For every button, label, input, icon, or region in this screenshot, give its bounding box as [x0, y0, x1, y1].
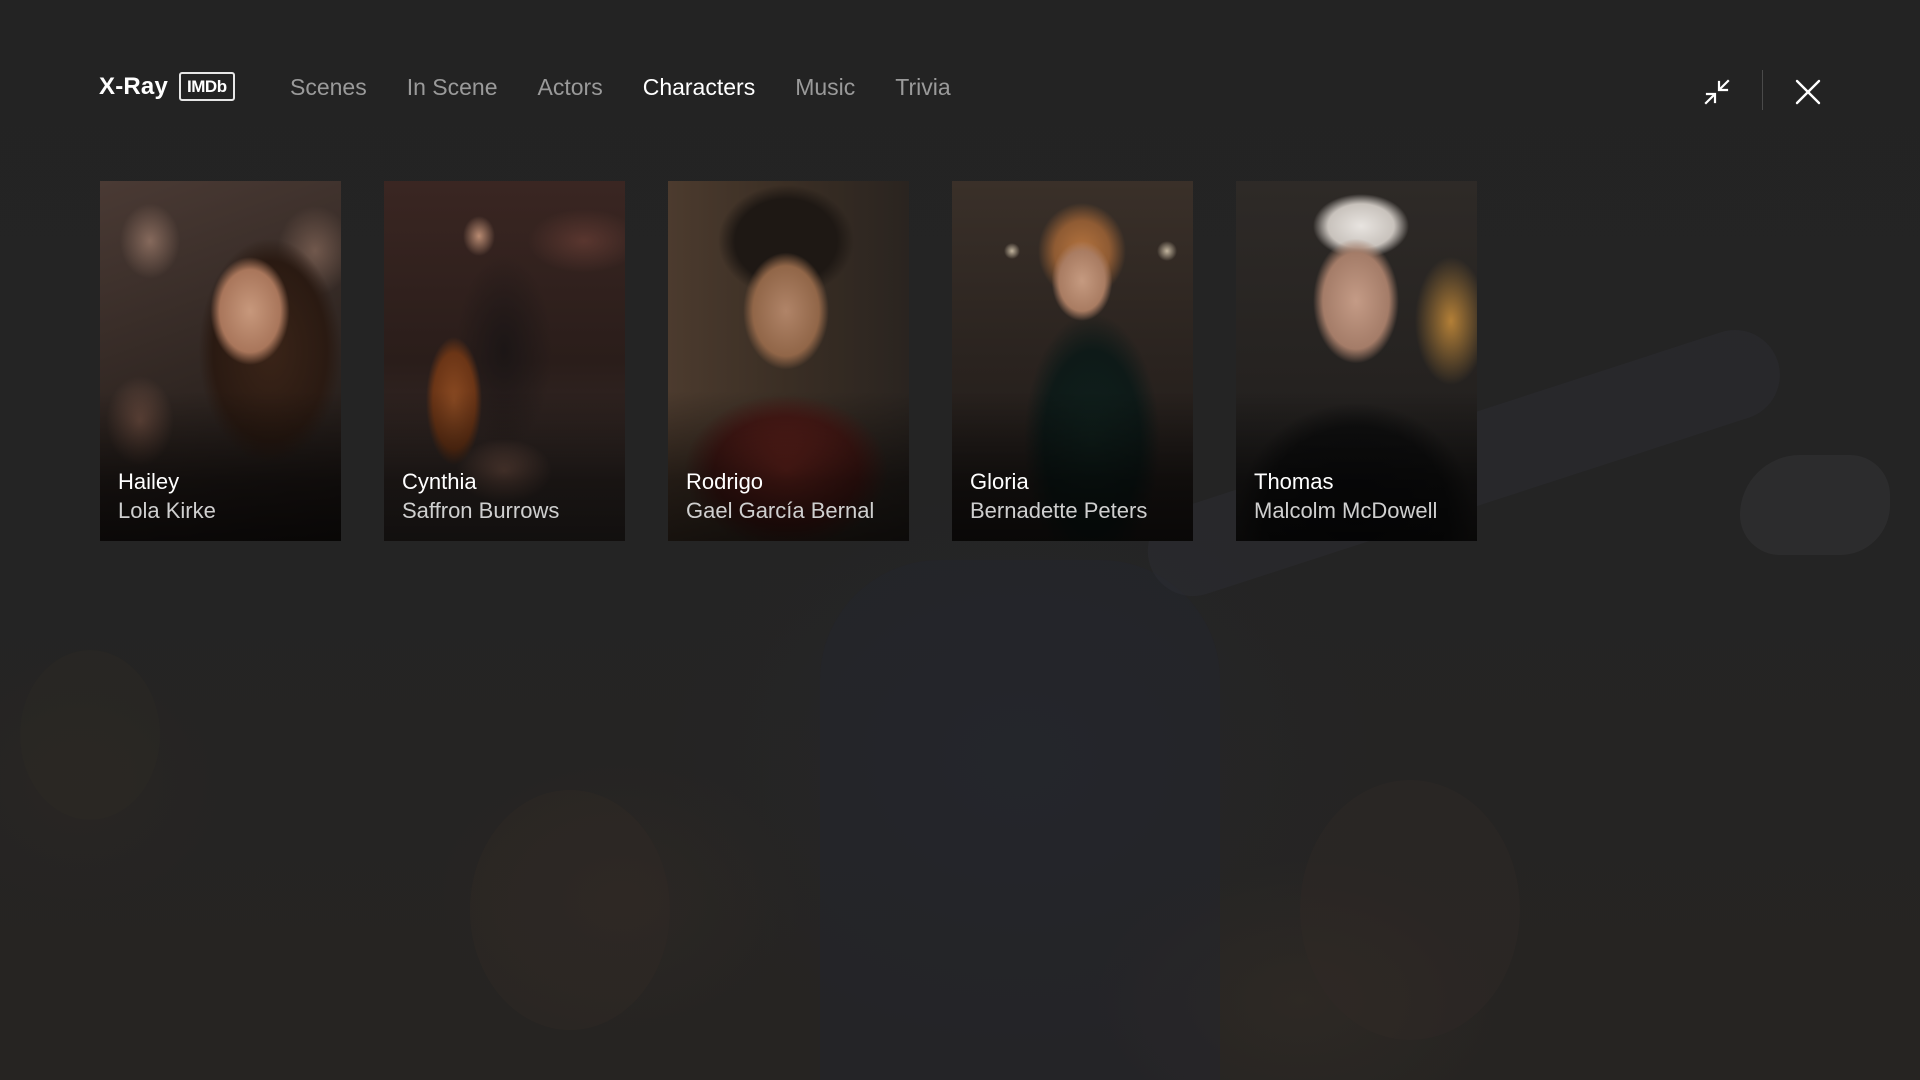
- actor-name: Bernadette Peters: [970, 498, 1148, 523]
- background-figure: [820, 560, 1220, 1080]
- actor-name: Saffron Burrows: [402, 498, 560, 523]
- xray-header: X-Ray IMDb Scenes In Scene Actors Charac…: [0, 0, 1920, 180]
- imdb-logo: IMDb: [179, 72, 235, 101]
- actor-name: Malcolm McDowell: [1254, 498, 1438, 523]
- xray-tabs: Scenes In Scene Actors Characters Music …: [290, 74, 951, 101]
- background-audience-head: [470, 790, 670, 1030]
- minimize-button[interactable]: [1697, 72, 1737, 112]
- card-caption: Thomas Malcolm McDowell: [1254, 467, 1469, 525]
- xray-title: X-Ray: [99, 72, 169, 100]
- background-audience-head: [20, 650, 160, 820]
- card-caption: Rodrigo Gael García Bernal: [686, 467, 901, 525]
- close-button[interactable]: [1788, 72, 1828, 112]
- tab-scenes[interactable]: Scenes: [290, 74, 367, 101]
- character-name: Cynthia: [402, 469, 477, 494]
- background-audience-head: [1300, 780, 1520, 1040]
- xray-brand: X-Ray IMDb: [99, 72, 235, 101]
- character-card[interactable]: Cynthia Saffron Burrows: [384, 181, 625, 541]
- card-caption: Hailey Lola Kirke: [118, 467, 333, 525]
- tab-music[interactable]: Music: [795, 74, 855, 101]
- actor-name: Lola Kirke: [118, 498, 216, 523]
- character-list: Hailey Lola Kirke Cynthia Saffron Burrow…: [100, 181, 1477, 541]
- character-name: Rodrigo: [686, 469, 764, 494]
- character-card[interactable]: Thomas Malcolm McDowell: [1236, 181, 1477, 541]
- character-card[interactable]: Hailey Lola Kirke: [100, 181, 341, 541]
- header-divider: [1762, 70, 1763, 110]
- character-card[interactable]: Gloria Bernadette Peters: [952, 181, 1193, 541]
- tab-characters[interactable]: Characters: [643, 74, 755, 101]
- card-caption: Gloria Bernadette Peters: [970, 467, 1185, 525]
- tab-in-scene[interactable]: In Scene: [407, 74, 498, 101]
- tab-actors[interactable]: Actors: [538, 74, 603, 101]
- actor-name: Gael García Bernal: [686, 498, 875, 523]
- tab-trivia[interactable]: Trivia: [895, 74, 950, 101]
- minimize-arrows-icon: [1704, 79, 1730, 105]
- character-name: Hailey: [118, 469, 180, 494]
- close-icon: [1795, 79, 1821, 105]
- character-name: Thomas: [1254, 469, 1334, 494]
- character-card[interactable]: Rodrigo Gael García Bernal: [668, 181, 909, 541]
- background-hand: [1740, 455, 1890, 555]
- character-name: Gloria: [970, 469, 1029, 494]
- xray-overlay: X-Ray IMDb Scenes In Scene Actors Charac…: [0, 0, 1920, 1080]
- card-caption: Cynthia Saffron Burrows: [402, 467, 617, 525]
